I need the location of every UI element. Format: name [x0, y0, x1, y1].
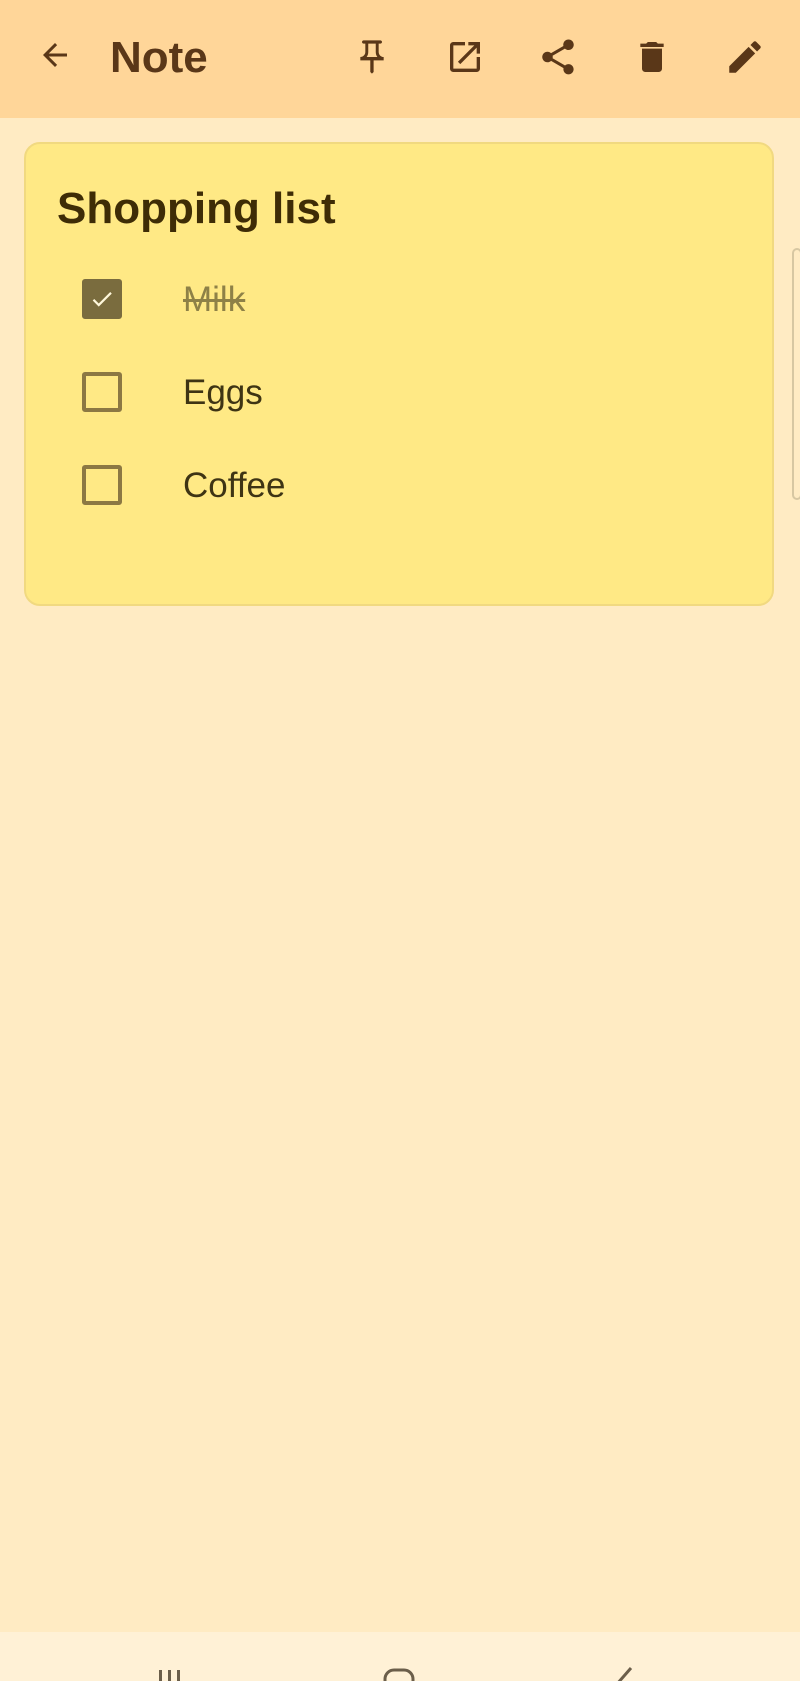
back-button[interactable]	[25, 25, 85, 85]
note-screen: Note Shopping list Milk Eggs Coffee	[0, 0, 800, 1681]
trash-icon	[632, 37, 672, 77]
checkbox-unchecked[interactable]	[82, 465, 122, 505]
back-nav-icon	[595, 1662, 655, 1681]
checkbox-unchecked[interactable]	[82, 372, 122, 412]
checkmark-icon	[89, 286, 115, 317]
checklist-item-label: Milk	[183, 280, 246, 319]
pin-button[interactable]	[342, 27, 402, 87]
page-title: Note	[110, 33, 208, 82]
edit-button[interactable]	[715, 27, 775, 87]
checkbox-checked[interactable]	[82, 279, 122, 319]
note-title: Shopping list	[57, 184, 336, 233]
checklist-item-eggs[interactable]: Eggs	[82, 362, 722, 422]
home-button[interactable]	[370, 1662, 430, 1681]
back-nav-button[interactable]	[595, 1662, 655, 1681]
recent-apps-button[interactable]	[145, 1662, 205, 1681]
open-external-icon	[445, 37, 485, 77]
share-icon	[537, 36, 579, 78]
top-app-bar: Note	[0, 0, 800, 118]
pin-icon	[352, 37, 392, 77]
system-navigation-bar	[0, 1632, 800, 1681]
note-card[interactable]: Shopping list Milk Eggs Coffee	[24, 142, 774, 606]
checklist-item-milk[interactable]: Milk	[82, 269, 722, 329]
open-external-button[interactable]	[435, 27, 495, 87]
pencil-icon	[724, 36, 766, 78]
side-panel-handle[interactable]	[792, 248, 800, 500]
home-icon	[370, 1662, 430, 1681]
checklist-item-coffee[interactable]: Coffee	[82, 455, 722, 515]
checklist-item-label: Eggs	[183, 373, 263, 412]
share-button[interactable]	[528, 27, 588, 87]
delete-button[interactable]	[622, 27, 682, 87]
recent-apps-icon	[145, 1662, 205, 1681]
arrow-back-icon	[37, 37, 73, 73]
checklist-item-label: Coffee	[183, 466, 286, 505]
